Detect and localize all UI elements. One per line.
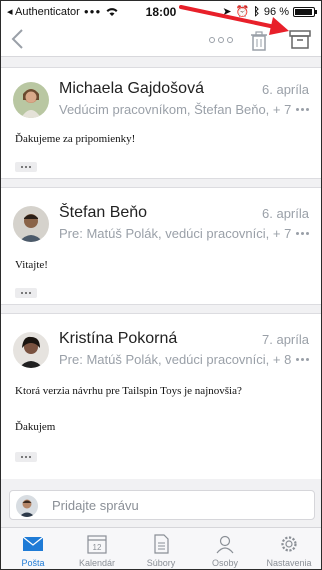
show-quoted-button[interactable] [15, 452, 37, 462]
more-options-button[interactable] [209, 37, 233, 43]
screen: ◂ Authenticator ●●● 18:00 ➤ ⏰ ᛒ 96 % Mic… [0, 0, 322, 570]
tab-people[interactable]: Osoby [193, 528, 257, 569]
battery-percent: 96 % [263, 5, 289, 18]
tab-label: Nastavenia [266, 558, 312, 568]
more-dot-icon [301, 108, 304, 111]
message-body-line: Ktorá verzia návrhu pre Tailspin Toys je… [15, 385, 242, 397]
ellipsis-dot-icon [29, 292, 31, 294]
sender-avatar [13, 206, 49, 242]
battery-icon [293, 6, 317, 17]
tab-settings[interactable]: Nastavenia [257, 528, 321, 569]
message-more-button[interactable] [296, 108, 309, 111]
reply-input[interactable]: Pridajte správu [9, 490, 315, 520]
location-icon: ➤ [222, 6, 232, 18]
message-body-line: Vitajte! [15, 259, 48, 271]
trash-icon[interactable] [251, 31, 267, 51]
user-avatar [16, 495, 38, 517]
sender-avatar [13, 82, 49, 118]
message-body-line: Ďakujeme za pripomienky! [15, 133, 136, 145]
message-body-line: Ďakujem [15, 421, 56, 433]
files-icon [154, 534, 169, 554]
people-icon [216, 535, 234, 554]
tab-calendar[interactable]: 12 Kalendár [65, 528, 129, 569]
message-card[interactable]: Kristína Pokorná 7. apríla Pre: Matúš Po… [1, 313, 321, 479]
ellipsis-dot-icon [29, 456, 31, 458]
ellipsis-dot-icon [21, 456, 23, 458]
tab-label: Kalendár [78, 558, 116, 568]
sender-name: Michaela Gajdošová [59, 80, 204, 97]
bluetooth-icon: ᛒ [253, 5, 260, 18]
message-date: 7. apríla [262, 332, 309, 347]
ellipsis-dot-icon [21, 166, 23, 168]
ellipsis-dot-icon [25, 292, 27, 294]
message-body: Vitajte! [15, 258, 48, 272]
ellipsis-dot-icon [25, 456, 27, 458]
message-date: 6. apríla [262, 82, 309, 97]
sender-name: Štefan Beňo [59, 204, 148, 221]
show-quoted-button[interactable] [15, 162, 37, 172]
message-date: 6. apríla [262, 206, 309, 221]
tab-files[interactable]: Súbory [129, 528, 193, 569]
message-body: Ďakujeme za pripomienky! [15, 132, 135, 146]
recipients: Vedúcim pracovníkom, Štefan Beňo, + 7 [59, 102, 292, 117]
ellipsis-dot-icon [21, 292, 23, 294]
reply-placeholder: Pridajte správu [52, 498, 139, 513]
more-dot-icon [306, 358, 309, 361]
sender-avatar [13, 332, 49, 368]
settings-icon [281, 536, 297, 552]
more-dot-icon [301, 358, 304, 361]
message-card[interactable]: Štefan Beňo 6. apríla Pre: Matúš Polák, … [1, 187, 321, 305]
more-dot-icon [301, 232, 304, 235]
more-dot-icon [296, 358, 299, 361]
more-dot-icon [306, 108, 309, 111]
reply-bar: Pridajte správu [1, 483, 321, 527]
alarm-icon: ⏰ [235, 6, 250, 18]
tab-bar: Pošta 12 Kalendár Súbory Osoby Nastaveni… [1, 527, 321, 569]
ellipsis-dot-icon [25, 166, 27, 168]
more-dot-icon [296, 232, 299, 235]
tab-label: Osoby [211, 558, 238, 568]
status-bar: ◂ Authenticator ●●● 18:00 ➤ ⏰ ᛒ 96 % [1, 1, 321, 23]
calendar-day: 12 [93, 543, 102, 552]
ellipsis-dot-icon [29, 166, 31, 168]
message-list: Michaela Gajdošová 6. apríla Vedúcim pra… [1, 59, 321, 479]
tab-label: Pošta [21, 558, 45, 568]
more-dot-icon [296, 108, 299, 111]
mail-icon [22, 536, 44, 551]
tab-mail[interactable]: Pošta [1, 528, 65, 569]
status-right: ➤ ⏰ ᛒ 96 % [222, 5, 317, 18]
back-chevron-icon[interactable] [9, 27, 27, 51]
more-dot-icon [306, 232, 309, 235]
recipients: Pre: Matúš Polák, vedúci pracovníci, + 7 [59, 226, 292, 241]
conversation-toolbar [1, 23, 321, 57]
message-card[interactable]: Michaela Gajdošová 6. apríla Vedúcim pra… [1, 67, 321, 179]
more-dot-icon [209, 37, 215, 43]
message-more-button[interactable] [296, 358, 309, 361]
message-body: Ktorá verzia návrhu pre Tailspin Toys je… [15, 384, 242, 434]
tab-label: Súbory [146, 558, 176, 568]
more-dot-icon [218, 37, 224, 43]
more-dot-icon [227, 37, 233, 43]
battery-fill [295, 8, 313, 15]
recipients: Pre: Matúš Polák, vedúci pracovníci, + 8 [59, 352, 292, 367]
message-more-button[interactable] [296, 232, 309, 235]
show-quoted-button[interactable] [15, 288, 37, 298]
archive-icon[interactable] [289, 29, 311, 49]
calendar-icon: 12 [87, 535, 107, 554]
sender-name: Kristína Pokorná [59, 330, 178, 347]
